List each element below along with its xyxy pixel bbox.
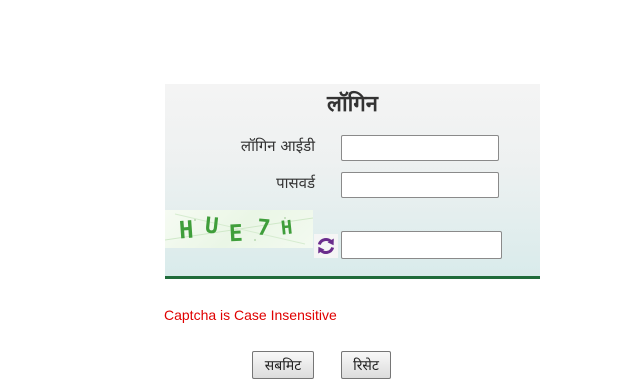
captcha-input[interactable] [341,231,502,259]
login-panel: लॉगिन लॉगिन आईडी पासवर्ड H U E 7 H [165,84,540,279]
reset-button[interactable]: रिसेट [341,351,391,379]
captcha-char: E [228,220,244,248]
captcha-char: H [178,215,195,245]
login-title: लॉगिन [327,92,378,117]
refresh-icon[interactable] [314,234,338,258]
captcha-char: 7 [255,215,272,242]
captcha-char: H [279,216,294,240]
refresh-glyph [317,238,335,254]
submit-button[interactable]: सबमिट [252,351,314,379]
password-input[interactable] [341,172,499,198]
captcha-char: U [203,213,220,240]
page: लॉगिन लॉगिन आईडी पासवर्ड H U E 7 H Captc… [0,0,643,391]
login-id-label: लॉगिन आईडी [240,137,315,155]
captcha-hint: Captcha is Case Insensitive [164,307,337,323]
captcha-image: H U E 7 H [165,210,313,248]
login-id-input[interactable] [341,135,499,161]
password-label: पासवर्ड [276,174,315,192]
